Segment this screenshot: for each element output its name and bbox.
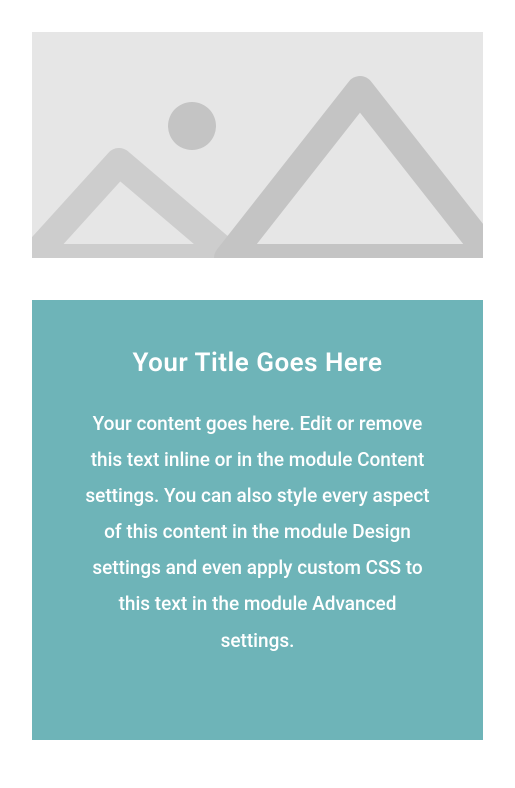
card-body: Your content goes here. Edit or remove t… <box>80 406 435 659</box>
image-placeholder <box>32 32 483 258</box>
content-card: Your Title Goes Here Your content goes h… <box>32 300 483 740</box>
card-title: Your Title Goes Here <box>80 348 435 378</box>
